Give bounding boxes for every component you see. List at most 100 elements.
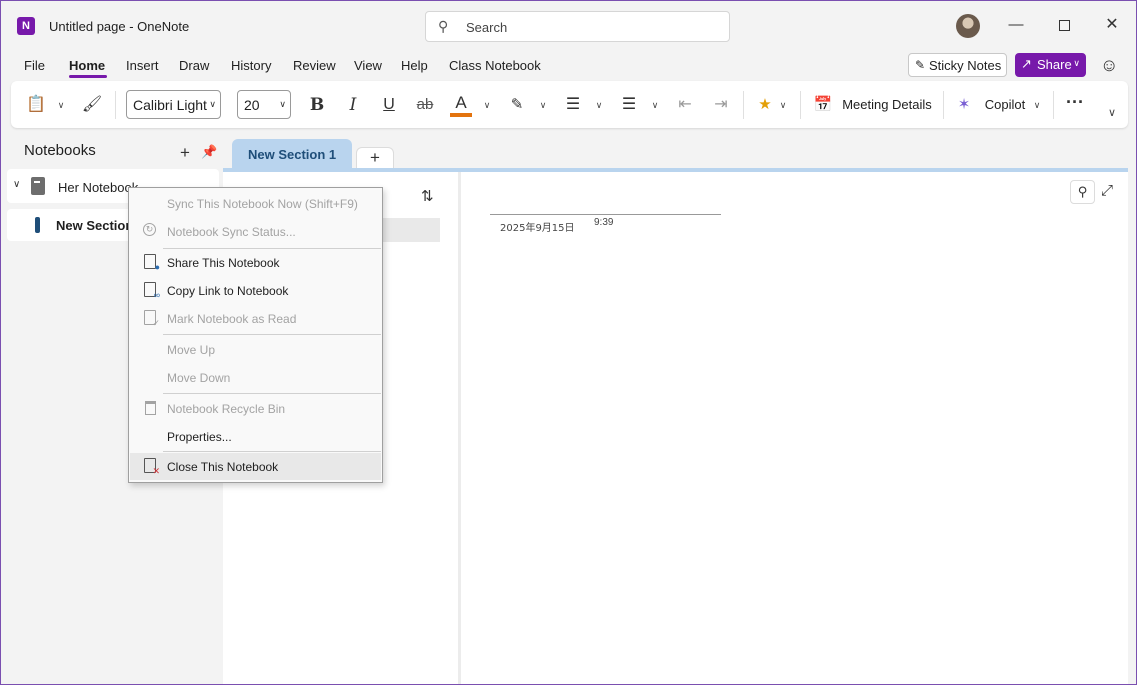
add-section-button[interactable]: +	[356, 147, 394, 169]
menu-file[interactable]: File	[24, 58, 45, 73]
menu-mark-read[interactable]: ✓ Mark Notebook as Read	[130, 305, 381, 332]
sticky-notes-button[interactable]: ✎ Sticky Notes	[908, 53, 1007, 77]
minimize-button[interactable]: —	[1004, 13, 1028, 37]
bold-button[interactable]: B	[305, 93, 329, 117]
chevron-down-icon: ∨	[1073, 58, 1080, 68]
font-color-chevron-icon[interactable]: ∨	[481, 93, 493, 117]
search-box[interactable]: ⚲ Search	[425, 11, 730, 42]
ribbon-separator	[800, 91, 801, 119]
font-size-select[interactable]: 20 ∨	[237, 90, 291, 119]
sort-icon[interactable]: ⇅	[421, 187, 434, 205]
underline-button[interactable]: U	[377, 93, 401, 117]
menu-separator	[163, 334, 381, 335]
menu-mark-read-label: Mark Notebook as Read	[167, 312, 297, 326]
maximize-button[interactable]	[1052, 13, 1076, 37]
page-date: 2025年9月15日	[500, 223, 575, 234]
meeting-details-button[interactable]: Meeting Details	[841, 93, 933, 117]
decrease-indent-icon[interactable]: ⇤	[673, 93, 697, 117]
maximize-icon	[1058, 19, 1070, 31]
menu-share-notebook[interactable]: ● Share This Notebook	[130, 249, 381, 276]
menu-move-up[interactable]: Move Up	[130, 336, 381, 363]
menu-insert[interactable]: Insert	[126, 58, 159, 73]
search-placeholder: Search	[466, 20, 508, 35]
menu-properties-label: Properties...	[167, 430, 232, 444]
user-avatar[interactable]	[956, 14, 980, 38]
chevron-down-icon[interactable]: ∨	[13, 179, 20, 190]
menu-help[interactable]: Help	[401, 58, 428, 73]
menu-move-up-label: Move Up	[167, 343, 216, 357]
ribbon-separator	[943, 91, 944, 119]
active-menu-indicator	[69, 75, 107, 78]
find-icon[interactable]: ⚲	[1070, 180, 1095, 204]
copilot-icon[interactable]: ✶	[953, 93, 975, 117]
feedback-icon[interactable]: ☺	[1100, 55, 1118, 76]
section-color-bar	[35, 217, 40, 233]
more-options-button[interactable]: ···	[1063, 93, 1087, 117]
chevron-down-icon: ∨	[209, 99, 216, 109]
chevron-down-icon: ∨	[279, 99, 286, 109]
ribbon-separator	[115, 91, 116, 119]
strikethrough-button[interactable]: ab	[413, 93, 437, 117]
sticky-note-icon: ✎	[915, 58, 926, 72]
menu-close-notebook[interactable]: ✕ Close This Notebook	[130, 453, 381, 480]
menu-copy-link[interactable]: ∞ Copy Link to Notebook	[130, 277, 381, 304]
share-notebook-icon: ●	[144, 254, 160, 272]
add-notebook-icon[interactable]: +	[180, 143, 190, 163]
menu-move-down-label: Move Down	[167, 371, 231, 385]
search-icon: ⚲	[438, 18, 449, 34]
section-name: New Section	[56, 218, 134, 233]
menu-sync-status[interactable]: ↻ Notebook Sync Status...	[130, 218, 381, 245]
format-painter-icon[interactable]: 🖌	[81, 93, 103, 117]
menu-sync-now-label: Sync This Notebook Now (Shift+F9)	[167, 197, 358, 211]
tag-star-icon[interactable]: ★	[753, 93, 777, 117]
sync-icon: ↻	[143, 223, 156, 236]
tab-new-section-1[interactable]: New Section 1	[232, 139, 352, 169]
font-name-select[interactable]: Calibri Light ∨	[126, 90, 221, 119]
menu-history[interactable]: History	[231, 58, 271, 73]
increase-indent-icon[interactable]: ⇥	[709, 93, 733, 117]
share-button[interactable]: ↗ Share ∨	[1015, 53, 1086, 77]
highlight-chevron-icon[interactable]: ∨	[537, 93, 549, 117]
close-notebook-icon: ✕	[144, 458, 160, 476]
close-window-button[interactable]: ✕	[1100, 13, 1124, 37]
ribbon-home: 📋 ∨ 🖌 Calibri Light ∨ 20 ∨ B I U ab A ∨ …	[11, 81, 1128, 128]
tags-chevron-icon[interactable]: ∨	[777, 93, 789, 117]
menu-copy-link-label: Copy Link to Notebook	[167, 284, 289, 298]
font-size-value: 20	[244, 97, 260, 113]
calendar-icon[interactable]: 📅	[811, 93, 835, 117]
copilot-chevron-icon[interactable]: ∨	[1031, 93, 1043, 117]
menu-properties[interactable]: Properties...	[130, 423, 381, 450]
menu-recycle-bin[interactable]: Notebook Recycle Bin	[130, 395, 381, 422]
menu-class-notebook[interactable]: Class Notebook	[449, 58, 541, 73]
pin-icon[interactable]: 📌	[201, 144, 217, 160]
menu-draw[interactable]: Draw	[179, 58, 209, 73]
menu-sync-now[interactable]: Sync This Notebook Now (Shift+F9)	[130, 190, 381, 217]
onenote-app-icon: N	[17, 17, 35, 35]
expand-icon[interactable]: ⤢	[1101, 182, 1113, 199]
font-color-button[interactable]: A	[450, 93, 472, 117]
ribbon-collapse-chevron-icon[interactable]: ∨	[1105, 101, 1119, 125]
notebook-context-menu: Sync This Notebook Now (Shift+F9) ↻ Note…	[128, 187, 383, 483]
page-time: 9:39	[594, 217, 614, 228]
italic-button[interactable]: I	[341, 93, 365, 117]
notebook-icon	[31, 177, 45, 195]
menu-separator	[163, 451, 381, 452]
window-title: Untitled page - OneNote	[49, 19, 190, 34]
paste-icon[interactable]: 📋	[25, 93, 47, 117]
copilot-button[interactable]: Copilot	[981, 93, 1029, 117]
menu-move-down[interactable]: Move Down	[130, 364, 381, 391]
numbered-list-icon[interactable]: ☰	[617, 93, 641, 117]
numbering-chevron-icon[interactable]: ∨	[649, 93, 661, 117]
paste-dropdown-chevron-icon[interactable]: ∨	[55, 93, 67, 117]
bullets-chevron-icon[interactable]: ∨	[593, 93, 605, 117]
menu-review[interactable]: Review	[293, 58, 336, 73]
bullet-list-icon[interactable]: ☰	[561, 93, 585, 117]
menu-close-notebook-label: Close This Notebook	[167, 460, 279, 474]
highlighter-icon[interactable]: ✎	[505, 93, 529, 117]
recycle-bin-icon	[145, 401, 156, 415]
share-icon: ↗	[1021, 56, 1032, 71]
page-canvas[interactable]: 2025年9月15日 9:39 ⚲ ⤢	[461, 172, 1128, 684]
menu-home[interactable]: Home	[69, 58, 105, 73]
onenote-window: N Untitled page - OneNote ⚲ Search — ✕ F…	[0, 0, 1137, 685]
menu-view[interactable]: View	[354, 58, 382, 73]
